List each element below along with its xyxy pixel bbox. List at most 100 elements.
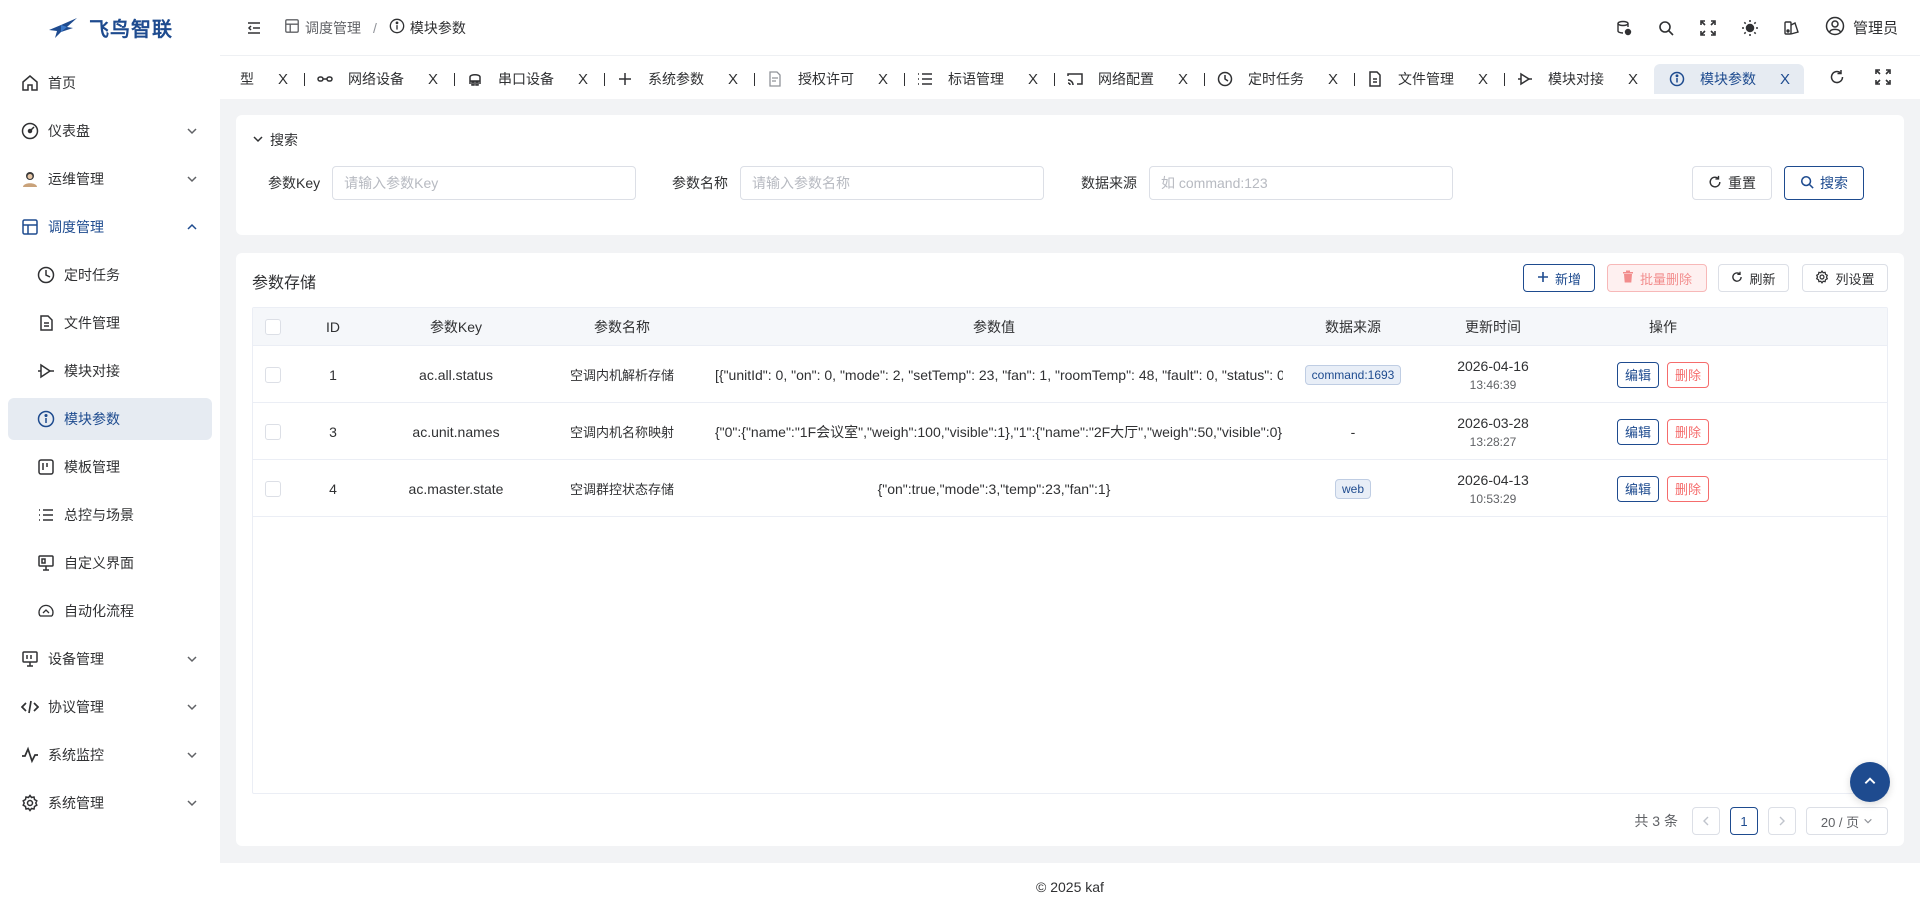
search-label: 搜索 [1820,175,1848,191]
sidebar-item-protocols[interactable]: 协议管理 [8,686,212,728]
sidebar-item-label: 自动化流程 [64,603,134,619]
sidebar-item-scenes[interactable]: 总控与场景 [8,494,212,536]
sidebar-item-module[interactable]: 模块对接 [8,350,212,392]
delete-button[interactable]: 删除 [1667,361,1710,388]
param-name-input[interactable] [740,166,1044,200]
close-icon[interactable]: X [1628,71,1638,88]
logo[interactable]: 飞鸟智联 [0,0,220,55]
close-icon[interactable]: X [1478,71,1488,88]
fullscreen-icon[interactable] [1699,19,1717,37]
table-row[interactable]: 3 ac.unit.names 空调内机名称映射 {"0":{"name":"1… [253,403,1887,460]
column-settings-button[interactable]: 列设置 [1802,264,1888,292]
module-icon [1516,70,1534,88]
table-header: ID 参数Key 参数名称 参数值 数据来源 更新时间 操作 [253,308,1887,346]
close-icon[interactable]: X [1780,71,1790,88]
tab-label: 标语管理 [948,71,1004,87]
tab-license[interactable]: 授权许可 X [766,64,888,94]
close-icon[interactable]: X [1328,71,1338,88]
table-row[interactable]: 1 ac.all.status 空调内机解析存储 [{"unitId": 0, … [253,346,1887,403]
data-source-input[interactable] [1149,166,1453,200]
sidebar-item-monitor[interactable]: 系统监控 [8,734,212,776]
next-page-button[interactable] [1768,807,1796,835]
tab-label: 模块对接 [1548,71,1604,87]
sidebar-item-system[interactable]: 系统管理 [8,782,212,824]
chevron-down-icon [184,747,200,763]
add-button[interactable]: 新增 [1523,264,1595,292]
tab-module[interactable]: 模块对接 X [1516,64,1638,94]
sidebar-item-devices[interactable]: 设备管理 [8,638,212,680]
sidebar-item-template[interactable]: 模板管理 [8,446,212,488]
reset-button[interactable]: 重置 [1692,166,1772,200]
gear-icon [20,793,40,813]
tab-timer[interactable]: 定时任务 X [1216,64,1338,94]
search-icon[interactable] [1657,19,1675,37]
chevron-down-icon [252,132,264,148]
sidebar-item-custom-ui[interactable]: 自定义界面 [8,542,212,584]
refresh-icon[interactable] [1828,68,1846,86]
table-row[interactable]: 4 ac.master.state 空调群控状态存储 {"on":true,"m… [253,460,1887,517]
close-icon[interactable]: X [278,71,288,88]
search-button[interactable]: 搜索 [1784,166,1864,200]
sidebar-item-timer[interactable]: 定时任务 [8,254,212,296]
collapse-menu-icon[interactable] [244,18,264,38]
tab-network-devices[interactable]: 网络设备 X [316,64,438,94]
row-checkbox[interactable] [265,480,281,497]
close-icon[interactable]: X [428,71,438,88]
sidebar-item-files[interactable]: 文件管理 [8,302,212,344]
column-header[interactable]: 参数值 [705,308,1283,346]
tab-system-params[interactable]: 系统参数 X [616,64,738,94]
tab-files[interactable]: 文件管理 X [1366,64,1488,94]
list-icon [916,70,934,88]
tab-partial[interactable]: 型 X [240,64,288,94]
fullscreen-icon[interactable] [1874,68,1892,86]
delete-button[interactable]: 删除 [1667,475,1710,502]
refresh-button[interactable]: 刷新 [1718,264,1789,292]
sidebar-item-home[interactable]: 首页 [8,62,212,104]
row-checkbox[interactable] [265,366,281,383]
row-checkbox[interactable] [265,423,281,440]
sidebar-item-dashboard[interactable]: 仪表盘 [8,110,212,152]
sidebar-item-automation[interactable]: 自动化流程 [8,590,212,632]
tab-network-config[interactable]: 网络配置 X [1066,64,1188,94]
user-menu[interactable]: 管理员 [1825,16,1898,40]
batch-delete-button[interactable]: 批量删除 [1607,264,1707,292]
close-icon[interactable]: X [578,71,588,88]
back-to-top-button[interactable] [1850,762,1890,802]
list-icon [36,505,56,525]
database-icon[interactable] [1615,19,1633,37]
row-select-cell [253,403,293,460]
page-number[interactable]: 1 [1730,807,1758,835]
tab-module-params[interactable]: 模块参数 X [1654,64,1805,94]
breadcrumb-item[interactable]: 调度管理 [284,18,361,38]
tab-serial-devices[interactable]: 串口设备 X [466,64,588,94]
palette-icon[interactable] [1783,19,1801,37]
search-toggle[interactable]: 搜索 [252,130,298,150]
tab-slogan[interactable]: 标语管理 X [916,64,1038,94]
close-icon[interactable]: X [878,71,888,88]
prev-page-button[interactable] [1692,807,1720,835]
column-header[interactable]: ID [293,308,373,346]
param-key-input[interactable] [332,166,637,200]
column-header[interactable]: 更新时间 [1423,308,1563,346]
device-icon [20,649,40,669]
column-header[interactable]: 参数Key [373,308,539,346]
close-icon[interactable]: X [1178,71,1188,88]
close-icon[interactable]: X [728,71,738,88]
select-all-checkbox[interactable] [265,319,281,335]
theme-sun-icon[interactable] [1741,19,1759,37]
page-size-select[interactable]: 20 / 页 [1806,807,1888,835]
close-icon[interactable]: X [1028,71,1038,88]
sidebar-item-module-params[interactable]: 模块参数 [8,398,212,440]
delete-button[interactable]: 删除 [1667,418,1710,445]
batch-delete-label: 批量删除 [1639,271,1692,287]
field-label: 参数名称 [672,175,728,191]
network-icon [316,70,334,88]
column-header[interactable]: 参数名称 [539,308,705,346]
edit-button[interactable]: 编辑 [1616,361,1659,388]
edit-button[interactable]: 编辑 [1616,418,1659,445]
column-header[interactable]: 数据来源 [1283,308,1423,346]
sidebar-item-ops[interactable]: 运维管理 [8,158,212,200]
edit-button[interactable]: 编辑 [1616,475,1659,502]
update-date: 2026-03-28 [1457,414,1529,431]
sidebar-item-schedule[interactable]: 调度管理 [8,206,212,248]
